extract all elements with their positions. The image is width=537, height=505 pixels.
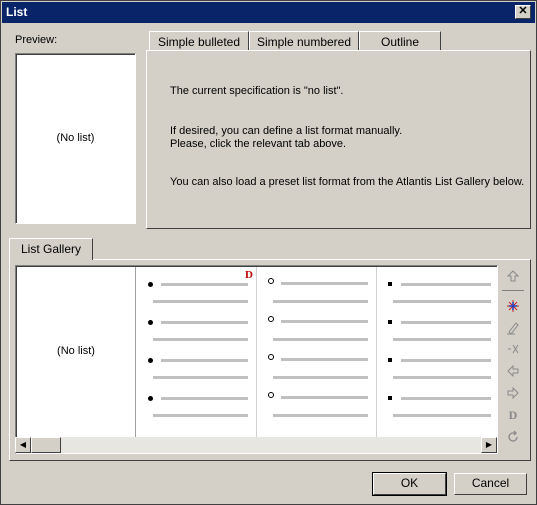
- ok-button[interactable]: OK: [372, 472, 447, 496]
- text-line: [273, 376, 368, 379]
- text-line: [153, 376, 248, 379]
- text-line: [401, 283, 491, 286]
- bullet-mark: [268, 278, 274, 284]
- bullet-mark: [268, 316, 274, 322]
- tab-simple-bulleted[interactable]: Simple bulleted: [149, 31, 249, 51]
- preview-text: (No list): [56, 132, 95, 144]
- text-line: [401, 359, 491, 362]
- move-right-button[interactable]: [504, 384, 522, 402]
- bullet-mark: [148, 320, 153, 325]
- gallery-divider: [256, 267, 257, 437]
- gallery-divider: [135, 267, 136, 437]
- gallery-divider: [376, 267, 377, 437]
- info-define-manually: If desired, you can define a list format…: [170, 125, 403, 137]
- text-line: [281, 282, 368, 285]
- default-marker: D: [245, 269, 253, 281]
- title-bar: List ✕: [2, 2, 535, 23]
- edit-icon: [507, 322, 519, 335]
- list-dialog: List ✕ Preview: (No list) Simple bullete…: [0, 0, 537, 505]
- set-default-button[interactable]: D: [504, 406, 522, 424]
- text-line: [401, 397, 491, 400]
- specification-panel: The current specification is "no list". …: [146, 50, 531, 229]
- move-left-button[interactable]: [504, 362, 522, 380]
- new-list-button[interactable]: [504, 297, 522, 315]
- horizontal-scrollbar[interactable]: ◀ ▶: [15, 437, 497, 453]
- text-line: [273, 338, 368, 341]
- arrow-right-icon: ▶: [485, 440, 493, 449]
- info-click-tab: Please, click the relevant tab above.: [170, 138, 347, 150]
- text-line: [153, 300, 248, 303]
- tab-outline[interactable]: Outline: [359, 31, 441, 51]
- text-line: [273, 414, 368, 417]
- gallery-item-bulleted[interactable]: D: [137, 267, 255, 437]
- preview-label: Preview:: [15, 34, 58, 46]
- text-line: [393, 376, 491, 379]
- text-line: [401, 321, 491, 324]
- bullet-mark: [148, 358, 153, 363]
- close-button[interactable]: ✕: [515, 5, 531, 19]
- tab-list-gallery[interactable]: List Gallery: [9, 238, 93, 260]
- refresh-button[interactable]: [504, 428, 522, 446]
- cancel-button[interactable]: Cancel: [454, 473, 527, 495]
- new-list-icon: [507, 300, 519, 312]
- scroll-left-button[interactable]: ◀: [15, 437, 31, 453]
- refresh-icon: [508, 430, 518, 442]
- text-line: [281, 320, 368, 323]
- scroll-right-button[interactable]: ▶: [481, 437, 497, 453]
- cut-icon: [508, 344, 519, 354]
- bullet-mark: [268, 392, 274, 398]
- info-load-preset: You can also load a preset list format f…: [170, 176, 525, 188]
- toolbar-divider: [502, 290, 524, 291]
- text-line: [281, 358, 368, 361]
- text-line: [153, 338, 248, 341]
- tab-simple-numbered[interactable]: Simple numbered: [249, 31, 359, 51]
- text-line: [393, 414, 491, 417]
- arrow-right-icon: [507, 386, 519, 400]
- text-line: [161, 359, 248, 362]
- bullet-mark: [388, 358, 392, 362]
- bullet-mark: [268, 354, 274, 360]
- move-up-button[interactable]: [504, 267, 522, 285]
- gallery-no-list-text: (No list): [57, 345, 95, 357]
- text-line: [281, 396, 368, 399]
- close-icon: ✕: [518, 5, 528, 17]
- bullet-mark: [388, 396, 392, 400]
- text-line: [161, 397, 248, 400]
- cut-button[interactable]: [504, 340, 522, 358]
- gallery-item-no-list[interactable]: (No list): [17, 267, 135, 437]
- arrow-up-icon: [506, 270, 520, 282]
- bullet-mark: [388, 320, 392, 324]
- text-line: [153, 414, 248, 417]
- set-default-icon: D: [508, 408, 518, 422]
- bullet-mark: [148, 282, 153, 287]
- edit-button[interactable]: [504, 319, 522, 337]
- info-current-spec: The current specification is "no list".: [170, 85, 344, 97]
- arrow-left-icon: ◀: [19, 440, 27, 449]
- bullet-mark: [148, 396, 153, 401]
- window-title: List: [6, 5, 28, 19]
- bullet-mark: [388, 282, 392, 286]
- text-line: [161, 283, 248, 286]
- text-line: [161, 321, 248, 324]
- text-line: [273, 300, 368, 303]
- text-line: [393, 300, 491, 303]
- text-line: [393, 338, 491, 341]
- gallery-item-square[interactable]: [378, 267, 495, 437]
- scroll-thumb[interactable]: [31, 437, 61, 453]
- gallery-item-outline-circle[interactable]: [258, 267, 375, 437]
- preview-box: (No list): [15, 53, 136, 224]
- arrow-left-icon: [507, 364, 519, 378]
